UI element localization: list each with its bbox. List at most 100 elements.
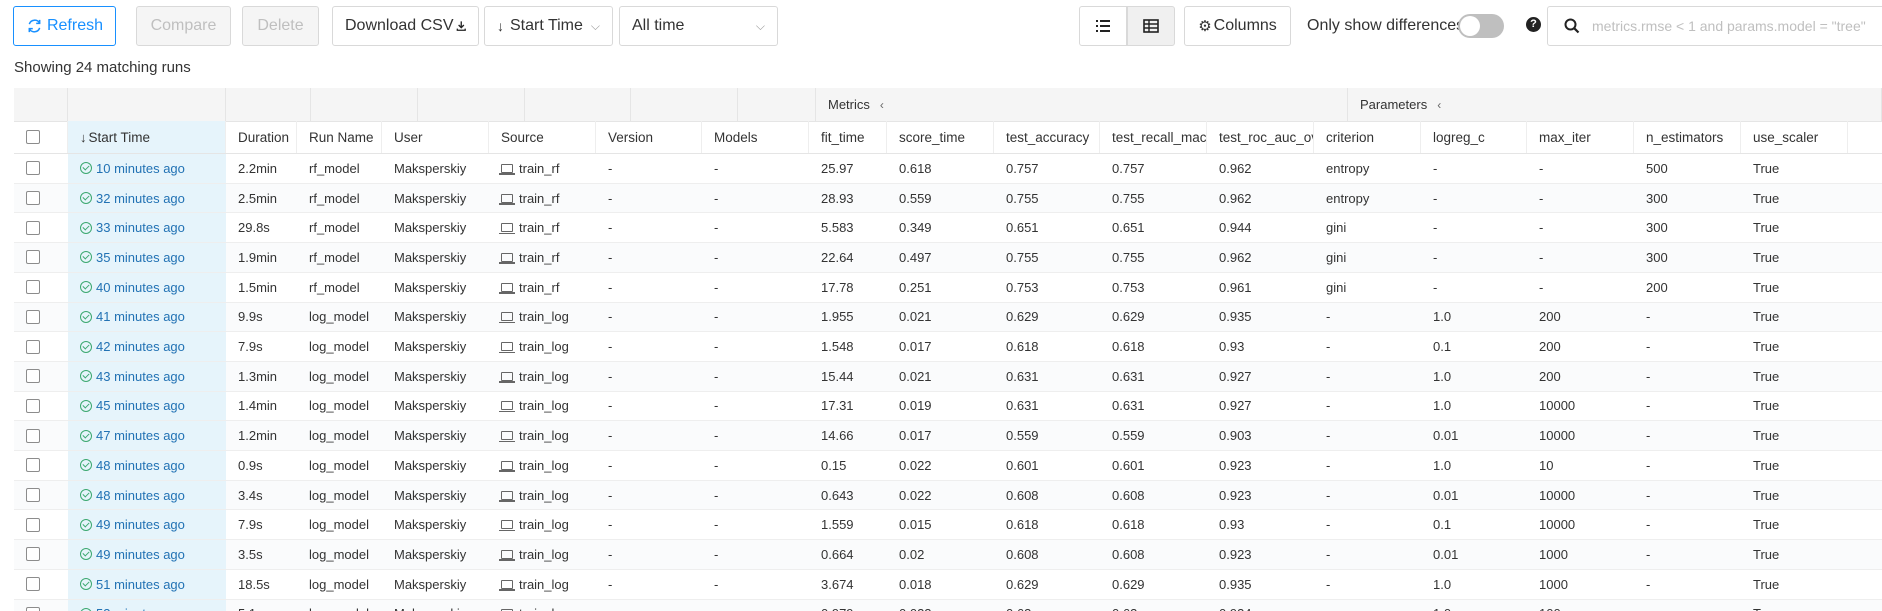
cell-value[interactable]: log_model <box>309 577 369 592</box>
run-start-time-link[interactable]: 48 minutes ago <box>96 458 185 473</box>
collapse-chevron-icon[interactable]: ‹ <box>880 98 884 112</box>
source-name[interactable]: train_log <box>519 428 569 443</box>
column-header[interactable]: criterion <box>1314 121 1421 153</box>
run-start-time-link[interactable]: 35 minutes ago <box>96 250 185 265</box>
run-start-time-link[interactable]: 48 minutes ago <box>96 488 185 503</box>
run-start-time-link[interactable]: 41 minutes ago <box>96 309 185 324</box>
run-start-time-link[interactable]: 51 minutes ago <box>96 577 185 592</box>
metrics-group-header[interactable]: Metrics ‹ <box>816 88 1348 121</box>
cell-value[interactable]: rf_model <box>309 220 360 235</box>
cell-value[interactable]: log_model <box>309 547 369 562</box>
row-checkbox[interactable] <box>26 369 40 384</box>
time-range-select[interactable]: All time ⌵ <box>619 6 778 46</box>
cell-value[interactable]: rf_model <box>309 191 360 206</box>
parameters-group-header[interactable]: Parameters ‹ <box>1348 88 1882 121</box>
run-start-time-link[interactable]: 43 minutes ago <box>96 369 185 384</box>
cell-value[interactable]: log_model <box>309 309 369 324</box>
run-start-time-link[interactable]: 33 minutes ago <box>96 220 185 235</box>
cell-value: - <box>1539 190 1544 206</box>
sort-select[interactable]: ↓ Start Time ⌵ <box>484 6 613 46</box>
run-start-time-link[interactable]: 45 minutes ago <box>96 398 185 413</box>
run-start-time-link[interactable]: 47 minutes ago <box>96 428 185 443</box>
source-name[interactable]: train_rf <box>519 161 559 176</box>
row-checkbox[interactable] <box>26 428 40 443</box>
select-all-checkbox[interactable] <box>26 130 40 144</box>
column-header[interactable]: logreg_c <box>1421 121 1527 153</box>
delete-button[interactable]: Delete <box>242 6 319 46</box>
cell-value[interactable]: log_model <box>309 428 369 443</box>
source-name[interactable]: train_log <box>519 369 569 384</box>
search-input[interactable] <box>1590 17 1874 35</box>
row-checkbox[interactable] <box>26 547 40 562</box>
row-checkbox[interactable] <box>26 517 40 532</box>
row-checkbox[interactable] <box>26 309 40 324</box>
row-checkbox[interactable] <box>26 280 40 295</box>
source-name[interactable]: train_log <box>519 606 569 611</box>
source-name[interactable]: train_log <box>519 398 569 413</box>
column-header[interactable]: fit_time <box>809 121 887 153</box>
only-differences-toggle[interactable] <box>1458 14 1504 38</box>
source-name[interactable]: train_log <box>519 339 569 354</box>
source-name[interactable]: train_log <box>519 577 569 592</box>
run-start-time-link[interactable]: 49 minutes ago <box>96 517 185 532</box>
row-checkbox[interactable] <box>26 220 40 235</box>
row-checkbox[interactable] <box>26 488 40 503</box>
source-name[interactable]: train_log <box>519 517 569 532</box>
row-checkbox[interactable] <box>26 250 40 265</box>
column-header[interactable]: Version <box>596 121 702 153</box>
row-checkbox[interactable] <box>26 458 40 473</box>
row-checkbox[interactable] <box>26 398 40 413</box>
row-checkbox[interactable] <box>26 161 40 176</box>
source-name[interactable]: train_log <box>519 488 569 503</box>
column-header[interactable]: test_recall_macro <box>1100 121 1207 153</box>
source-name[interactable]: train_log <box>519 309 569 324</box>
cell-value[interactable]: rf_model <box>309 161 360 176</box>
column-header[interactable]: Duration <box>226 121 297 153</box>
cell-value[interactable]: log_model <box>309 398 369 413</box>
column-header[interactable]: test_accuracy <box>994 121 1100 153</box>
source-name[interactable]: train_rf <box>519 191 559 206</box>
source-name[interactable]: train_log <box>519 458 569 473</box>
table-view-button[interactable] <box>1127 6 1175 46</box>
column-header[interactable]: Source <box>489 121 596 153</box>
cell-value[interactable]: log_model <box>309 458 369 473</box>
column-header[interactable]: Models <box>702 121 809 153</box>
collapse-chevron-icon[interactable]: ‹ <box>1437 98 1441 112</box>
cell-value[interactable]: rf_model <box>309 280 360 295</box>
run-start-time-link[interactable]: 53 minutes ago <box>96 606 185 611</box>
column-header[interactable]: Run Name <box>297 121 382 153</box>
run-start-time-link[interactable]: 32 minutes ago <box>96 191 185 206</box>
refresh-button[interactable]: Refresh <box>13 6 116 46</box>
run-start-time-link[interactable]: 40 minutes ago <box>96 280 185 295</box>
column-header[interactable]: n_estimators <box>1634 121 1741 153</box>
column-header[interactable]: max_iter <box>1527 121 1634 153</box>
column-header[interactable]: User <box>382 121 489 153</box>
cell-value[interactable]: rf_model <box>309 250 360 265</box>
cell-value[interactable]: log_model <box>309 488 369 503</box>
list-view-button[interactable] <box>1079 6 1127 46</box>
compare-button[interactable]: Compare <box>136 6 231 46</box>
run-start-time-link[interactable]: 49 minutes ago <box>96 547 185 562</box>
row-checkbox[interactable] <box>26 191 40 206</box>
cell-value[interactable]: log_model <box>309 369 369 384</box>
column-header[interactable]: score_time <box>887 121 994 153</box>
cell-fit-time: 1.955 <box>809 303 887 332</box>
source-name[interactable]: train_rf <box>519 220 559 235</box>
source-name[interactable]: train_rf <box>519 250 559 265</box>
cell-value[interactable]: log_model <box>309 517 369 532</box>
cell-value[interactable]: log_model <box>309 339 369 354</box>
columns-button[interactable]: ⚙ Columns <box>1184 6 1291 46</box>
column-header[interactable]: test_roc_auc_ovr <box>1207 121 1314 153</box>
run-start-time-link[interactable]: 10 minutes ago <box>96 161 185 176</box>
run-start-time-link[interactable]: 42 minutes ago <box>96 339 185 354</box>
row-checkbox[interactable] <box>26 339 40 354</box>
column-header[interactable]: use_scaler <box>1741 121 1848 153</box>
row-checkbox[interactable] <box>26 577 40 592</box>
column-header[interactable]: ↓ Start Time <box>68 121 226 153</box>
source-name[interactable]: train_rf <box>519 280 559 295</box>
source-name[interactable]: train_log <box>519 547 569 562</box>
cell-value[interactable]: log_model <box>309 606 369 611</box>
help-icon[interactable]: ? <box>1526 17 1541 32</box>
download-csv-button[interactable]: Download CSV <box>332 6 479 46</box>
row-checkbox[interactable] <box>26 606 40 611</box>
